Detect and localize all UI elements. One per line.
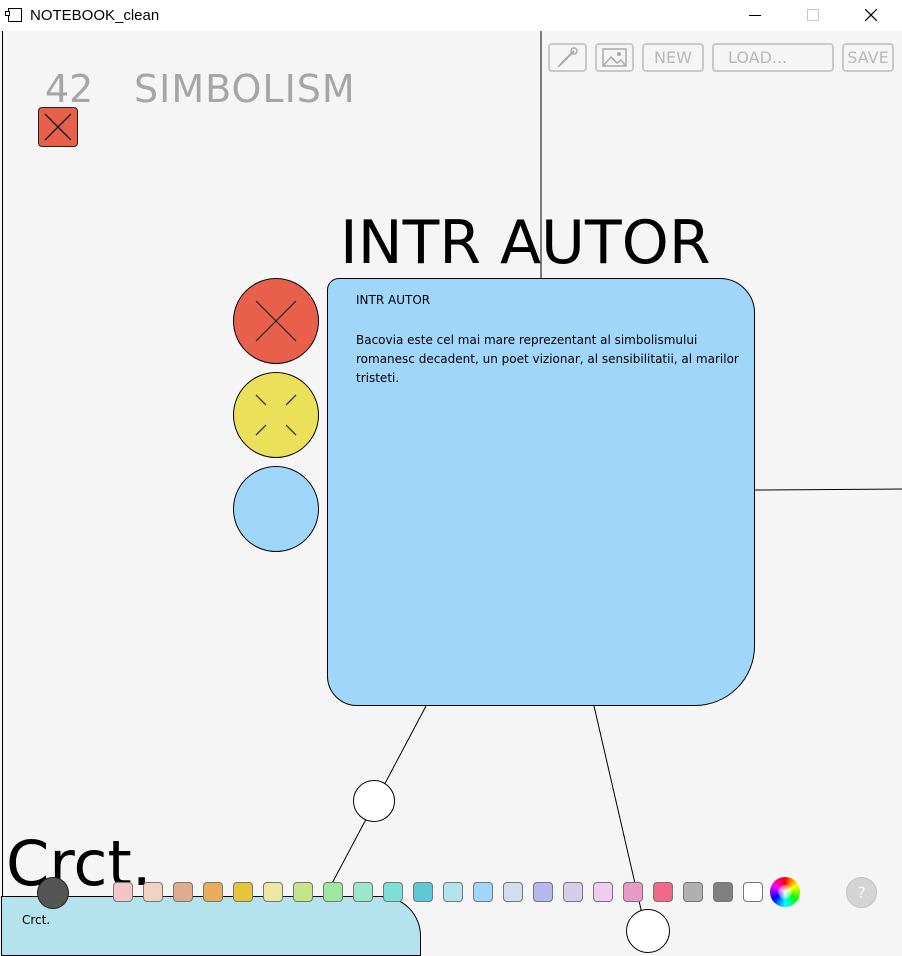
color-swatch[interactable] <box>473 882 493 902</box>
color-swatch[interactable] <box>323 882 343 902</box>
card-heading: INTR AUTOR <box>356 293 431 307</box>
color-swatch[interactable] <box>233 882 253 902</box>
connection-handle[interactable] <box>353 780 395 822</box>
notebook-canvas[interactable]: 42 SIMBOLISM NEW LOAD... SAVE INTR AUTOR… <box>1 31 902 956</box>
close-icon <box>255 300 297 342</box>
image-icon <box>602 48 627 67</box>
color-swatch[interactable] <box>203 882 223 902</box>
color-swatch[interactable] <box>503 882 523 902</box>
node-title[interactable]: INTR AUTOR <box>340 208 711 278</box>
note-card[interactable]: INTR AUTOR Bacovia este cel mai mare rep… <box>327 278 755 706</box>
page-title[interactable]: SIMBOLISM <box>134 67 356 111</box>
window-title: NOTEBOOK_clean <box>30 7 160 24</box>
color-swatch[interactable] <box>143 882 163 902</box>
maximize-button[interactable] <box>790 0 836 31</box>
color-swatch[interactable] <box>653 882 673 902</box>
color-swatch[interactable] <box>713 882 733 902</box>
close-icon <box>44 113 72 141</box>
color-swatch[interactable] <box>623 882 643 902</box>
color-swatch[interactable] <box>593 882 613 902</box>
color-swatch[interactable] <box>413 882 433 902</box>
color-swatch[interactable] <box>533 882 553 902</box>
eyedropper-button[interactable] <box>548 43 587 72</box>
help-button[interactable]: ? <box>846 877 877 908</box>
color-swatch[interactable] <box>173 882 193 902</box>
color-swatch[interactable] <box>683 882 703 902</box>
connection-handle[interactable] <box>626 909 670 953</box>
app-icon <box>5 8 22 22</box>
collapse-icon <box>255 394 297 436</box>
close-window-button[interactable] <box>848 0 894 31</box>
color-swatch[interactable] <box>743 882 763 902</box>
color-swatch[interactable] <box>563 882 583 902</box>
delete-node-button[interactable] <box>233 278 319 364</box>
collapse-node-button[interactable] <box>233 372 319 458</box>
insert-image-button[interactable] <box>595 43 634 72</box>
color-swatch[interactable] <box>443 882 463 902</box>
color-swatch[interactable] <box>353 882 373 902</box>
color-swatch[interactable] <box>293 882 313 902</box>
color-swatch[interactable] <box>113 882 133 902</box>
title-bar: NOTEBOOK_clean <box>0 0 902 32</box>
color-swatch[interactable] <box>263 882 283 902</box>
connection-handle-dark[interactable] <box>37 877 69 909</box>
close-page-button[interactable] <box>38 107 78 147</box>
save-button[interactable]: SAVE <box>842 43 894 72</box>
page-number: 42 <box>45 67 94 111</box>
bottom-note-card[interactable]: Crct. <box>1 896 421 956</box>
bottom-card-label: Crct. <box>22 913 51 927</box>
node-color-button[interactable] <box>233 466 319 552</box>
eyedropper-icon <box>557 47 578 68</box>
close-icon <box>865 9 877 21</box>
card-body-text[interactable]: Bacovia este cel mai mare reprezentant a… <box>356 331 746 388</box>
load-button[interactable]: LOAD... <box>712 43 834 72</box>
new-button[interactable]: NEW <box>642 43 704 72</box>
color-swatch[interactable] <box>383 882 403 902</box>
minimize-button[interactable] <box>732 0 778 31</box>
color-wheel-icon[interactable] <box>770 877 800 907</box>
